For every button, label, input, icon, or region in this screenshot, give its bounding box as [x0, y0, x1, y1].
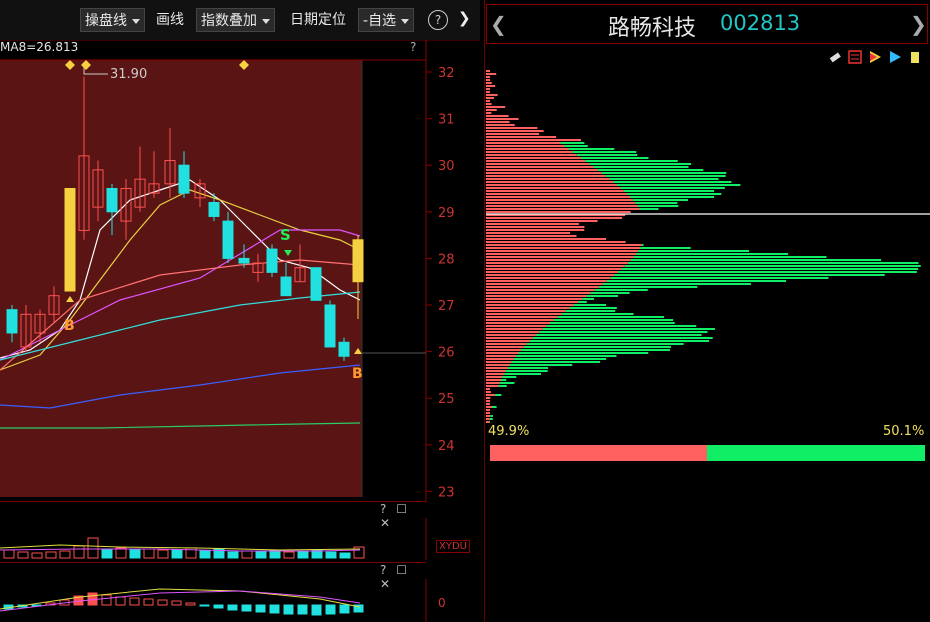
- bookmark-icon[interactable]: [908, 50, 922, 64]
- buy-signal: B: [352, 366, 363, 382]
- eraser-icon[interactable]: [828, 50, 842, 64]
- stock-name: 路畅科技: [608, 16, 697, 41]
- help-icon[interactable]: ?: [380, 502, 389, 516]
- chip-header: [486, 4, 928, 44]
- profit-ratio-label: 49.9%: [488, 424, 530, 439]
- price-tick-label: 28: [438, 252, 455, 267]
- help-icon[interactable]: ?: [428, 10, 448, 30]
- price-tick-label: 25: [438, 392, 455, 407]
- flag-red-icon[interactable]: [868, 50, 882, 64]
- volume-tag: XYDU: [436, 540, 470, 553]
- collapse-panel-icon[interactable]: ❯: [458, 9, 471, 27]
- self-select-dropdown[interactable]: -自选: [358, 8, 415, 32]
- profit-ratio-bar: [490, 445, 925, 461]
- chip-table-icon[interactable]: [848, 50, 862, 64]
- ma-label: MA8=26.813: [0, 40, 79, 54]
- chevron-down-icon: [132, 18, 140, 24]
- kline-bg: [0, 60, 362, 497]
- high-marker-label: 31.90: [110, 67, 147, 82]
- volume-panel-header: ? ☐ ✕: [0, 501, 426, 530]
- macd-chart: [0, 579, 427, 622]
- chevron-right-icon[interactable]: ❯: [910, 12, 927, 36]
- help-icon[interactable]: ?: [410, 40, 416, 54]
- help-icon[interactable]: ?: [380, 563, 389, 577]
- profit-bar-fill: [490, 445, 708, 461]
- operate-line-label: 操盘线: [85, 13, 127, 29]
- price-tick-label: 26: [438, 346, 455, 361]
- date-locate-button[interactable]: 日期定位: [286, 8, 350, 32]
- flag-blue-icon[interactable]: [888, 50, 902, 64]
- price-tick-label: 29: [438, 206, 455, 221]
- kline-chart[interactable]: 32 31 30 29 28 27 26 25 24 23 31.90 S B B: [0, 40, 480, 502]
- stock-code: 002813: [720, 11, 801, 35]
- buy-signal: B: [64, 318, 75, 334]
- price-tick-label: 31: [438, 113, 455, 128]
- macd-zero-label: 0: [438, 596, 446, 610]
- price-axis: 32 31 30 29 28 27 26 25 24 23: [426, 66, 455, 500]
- index-overlay-label: 指数叠加: [201, 13, 257, 29]
- operate-line-dropdown[interactable]: 操盘线: [80, 8, 145, 32]
- price-tick-label: 27: [438, 299, 455, 314]
- loss-ratio-label: 50.1%: [883, 424, 925, 439]
- self-select-label: 自选: [368, 13, 397, 29]
- price-tick-label: 30: [438, 159, 455, 174]
- price-tick-label: 23: [438, 485, 455, 500]
- chevron-down-icon: [401, 18, 410, 24]
- draw-line-button[interactable]: 画线: [152, 8, 188, 32]
- macd-panel-header: ? ☐ ✕: [0, 562, 426, 591]
- price-tick-label: 32: [438, 66, 455, 81]
- chevron-left-icon[interactable]: ❮: [490, 12, 507, 36]
- loss-bar-fill: [707, 445, 925, 461]
- chip-distribution-chart: [486, 70, 930, 423]
- chart-toolbar: 操盘线 画线 指数叠加 日期定位 -自选 ? ❯: [0, 0, 480, 41]
- volume-chart: [0, 518, 427, 560]
- price-tick-label: 24: [438, 439, 455, 454]
- sell-signal: S: [280, 226, 291, 244]
- chevron-down-icon: [262, 18, 270, 24]
- index-overlay-dropdown[interactable]: 指数叠加: [196, 8, 275, 32]
